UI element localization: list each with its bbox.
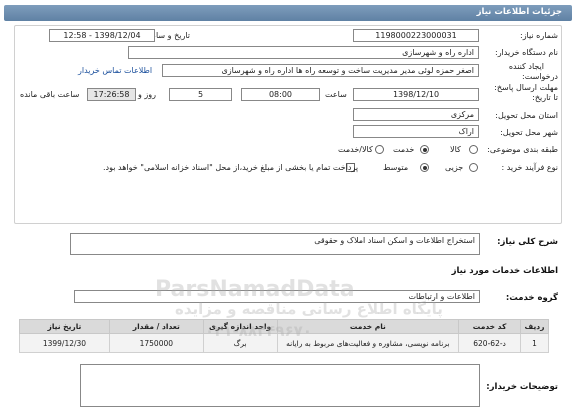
buyer-notes-field: [80, 364, 480, 407]
city-field: اراک: [353, 125, 479, 138]
category-option-service: خدمت: [393, 145, 415, 154]
category-radio-goods-service[interactable]: [375, 145, 384, 154]
process-radio-minor[interactable]: [469, 163, 478, 172]
quantity-cell: 1750000: [108, 333, 204, 353]
need-number-field: 1198000223000031: [353, 29, 479, 42]
col-code-header: کد خدمت: [458, 319, 522, 334]
province-field: مرکزی: [353, 108, 479, 121]
need-date-cell: 1399/12/30: [19, 333, 110, 353]
buyer-notes-label: توضیحات خریدار:: [486, 382, 558, 392]
process-label: نوع فرآیند خرید :: [501, 163, 558, 172]
creator-field: اصغر حمزه لوئی مدیر مدیریت ساخت و توسعه …: [162, 64, 479, 77]
process-option-medium: متوسط: [383, 163, 409, 172]
service-code-cell: د-62-620: [458, 333, 522, 353]
creator-label-line1: ایجاد کننده: [508, 62, 544, 71]
deadline-label-line1: مهلت ارسال پاسخ:: [494, 83, 558, 92]
category-radio-service[interactable]: [420, 145, 429, 154]
deadline-time-label: ساعت: [325, 90, 347, 99]
service-group-label: گروه خدمت:: [505, 293, 558, 303]
treasury-payment-note: پرداخت تمام یا بخشی از مبلغ خرید،از محل …: [103, 163, 359, 172]
col-date-header: تاریخ نیاز: [19, 319, 110, 334]
page-title: جزئیات اطلاعات نیاز: [476, 7, 562, 17]
deadline-time-field: 08:00: [241, 88, 320, 101]
category-label: طبقه بندی موضوعی:: [487, 145, 558, 154]
deadline-date-field: 1398/12/10: [353, 88, 479, 101]
col-name-header: نام خدمت: [276, 319, 460, 334]
creator-label-line2: درخواست:: [522, 72, 558, 81]
row-number-cell: 1: [520, 333, 549, 353]
description-field: استخراج اطلاعات و اسکن اسناد املاک و حقو…: [70, 233, 480, 255]
service-group-field: اطلاعات و ارتباطات: [74, 290, 480, 303]
buyer-org-field: اداره راه و شهرسازی: [128, 46, 479, 59]
col-qty-header: تعداد / مقدار: [108, 319, 204, 334]
days-label: روز و: [138, 90, 156, 99]
services-section-title: اطلاعات خدمات مورد نیاز: [451, 266, 558, 276]
service-name-cell: برنامه نویسی، مشاوره و فعالیت‌های مربوط …: [276, 333, 460, 353]
services-table: ردیف کد خدمت نام خدمت واحد اندازه گیری ت…: [19, 319, 549, 353]
col-unit-header: واحد اندازه گیری: [202, 319, 278, 334]
need-number-label: شماره نیاز:: [520, 31, 558, 40]
services-table-header: ردیف کد خدمت نام خدمت واحد اندازه گیری ت…: [19, 319, 549, 334]
unit-cell: برگ: [202, 333, 278, 353]
page-header: جزئیات اطلاعات نیاز: [4, 5, 572, 21]
col-row-header: ردیف: [520, 319, 549, 334]
announce-field: 1398/12/04 - 12:58: [49, 29, 155, 42]
days-remaining-field: 5: [169, 88, 232, 101]
description-label: شرح کلی نیاز:: [497, 237, 558, 247]
category-radio-goods[interactable]: [469, 145, 478, 154]
remaining-label: ساعت باقی مانده: [20, 90, 80, 99]
remaining-time-field: 17:26:58: [87, 88, 136, 101]
table-row: 1 د-62-620 برنامه نویسی، مشاوره و فعالیت…: [19, 333, 549, 353]
category-option-goods: کالا: [450, 145, 461, 154]
process-radio-medium[interactable]: [420, 163, 429, 172]
city-label: شهر محل تحویل:: [500, 128, 558, 137]
category-option-goods-service: کالا/خدمت: [338, 145, 373, 154]
buyer-contact-link[interactable]: اطلاعات تماس خریدار: [78, 66, 152, 75]
province-label: استان محل تحویل:: [495, 111, 558, 120]
process-option-minor: جزیی: [445, 163, 464, 172]
deadline-label-line2: تا تاریخ:: [532, 93, 558, 102]
buyer-org-label: نام دستگاه خریدار:: [495, 48, 558, 57]
